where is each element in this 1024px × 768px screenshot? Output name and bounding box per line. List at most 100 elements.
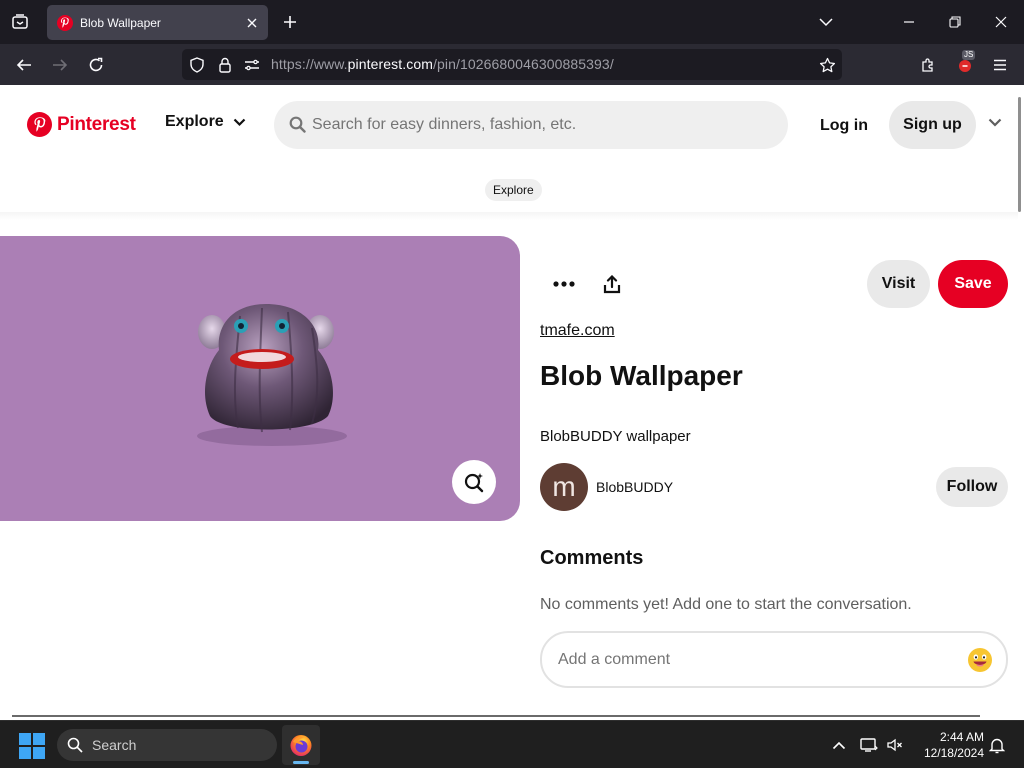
window-close-button[interactable]: [986, 8, 1016, 36]
browser-tab-bar: Blob Wallpaper: [0, 0, 1024, 44]
taskbar-search[interactable]: Search: [57, 729, 277, 761]
volume-muted-icon: [887, 738, 902, 752]
comments-empty-state: No comments yet! Add one to start the co…: [540, 596, 912, 613]
pin-description: BlobBUDDY wallpaper: [540, 428, 691, 445]
windows-logo-icon: [33, 733, 45, 745]
extension-badge: JS: [962, 50, 976, 60]
browser-nav-bar: https://www.pinterest.com/pin/1026680046…: [0, 44, 1024, 85]
comments-heading: Comments: [540, 547, 644, 569]
pinterest-wordmark: Pinterest: [57, 113, 136, 135]
header-divider: [0, 212, 1018, 220]
reload-button[interactable]: [81, 50, 111, 80]
firefox-icon: [290, 735, 312, 756]
notifications-button[interactable]: [987, 735, 1007, 755]
windows-logo-icon: [19, 747, 31, 759]
reload-icon: [89, 57, 103, 72]
new-tab-button[interactable]: [277, 9, 303, 35]
share-icon: [603, 274, 621, 293]
bookmark-star-button[interactable]: [818, 56, 836, 74]
search-bar[interactable]: [274, 101, 788, 149]
browser-tab-active[interactable]: Blob Wallpaper: [47, 5, 268, 40]
chevron-up-icon: [832, 741, 846, 749]
chevron-down-icon[interactable]: [988, 118, 1002, 128]
tab-close-button[interactable]: [240, 11, 264, 35]
lock-icon[interactable]: [216, 56, 234, 74]
creator-name[interactable]: BlobBUDDY: [596, 479, 673, 495]
close-icon: [995, 16, 1007, 28]
share-button[interactable]: [596, 268, 628, 300]
back-button[interactable]: [9, 50, 39, 80]
active-app-indicator: [293, 761, 309, 764]
url-path: /pin/1026680046300885393/: [433, 56, 614, 72]
chevron-down-icon: [233, 118, 245, 126]
tab-title: Blob Wallpaper: [80, 15, 161, 30]
star-icon: [819, 57, 835, 72]
explore-dropdown-button[interactable]: Explore: [165, 113, 246, 131]
page-scrollbar[interactable]: [1018, 97, 1021, 212]
app-menu-button[interactable]: [985, 50, 1015, 80]
taskbar-search-label: Search: [92, 737, 137, 753]
taskbar-clock[interactable]: 2:44 AM 12/18/2024: [912, 729, 984, 761]
volume-button[interactable]: [885, 735, 905, 755]
blob-creature-image: [197, 304, 347, 446]
plus-icon: [284, 16, 296, 28]
tab-list-button[interactable]: [6, 8, 34, 36]
clock-date: 12/18/2024: [923, 746, 984, 760]
save-button[interactable]: Save: [938, 260, 1008, 308]
url-text[interactable]: https://www.pinterest.com/pin/1026680046…: [271, 56, 614, 72]
tray-overflow-button[interactable]: [829, 735, 849, 755]
windows-start-button[interactable]: [19, 733, 45, 759]
extensions-button[interactable]: [913, 50, 943, 80]
lens-icon: [464, 473, 484, 493]
permissions-icon[interactable]: [243, 56, 261, 74]
url-prefix: https://www.: [271, 56, 348, 72]
pinterest-favicon-icon: [57, 14, 73, 31]
restore-button[interactable]: [940, 8, 970, 36]
source-link[interactable]: tmafe.com: [540, 322, 615, 340]
content-divider: [12, 715, 980, 717]
hamburger-menu-icon: [994, 59, 1006, 71]
list-all-tabs-button[interactable]: [811, 8, 841, 36]
puzzle-icon: [922, 58, 933, 72]
taskbar-firefox-button[interactable]: [282, 725, 320, 765]
search-icon: [67, 737, 83, 753]
display-network-icon: [860, 738, 878, 752]
login-button[interactable]: Log in: [820, 117, 868, 135]
pinterest-header: Pinterest Explore Log in Sign up: [0, 85, 1018, 167]
minimize-button[interactable]: [894, 8, 924, 36]
ellipsis-icon: [553, 281, 575, 287]
emoji-icon[interactable]: [967, 647, 993, 673]
minimize-icon: [904, 21, 914, 23]
search-icon: [289, 116, 306, 133]
visit-button[interactable]: Visit: [867, 260, 930, 308]
shield-icon[interactable]: [188, 56, 206, 74]
signup-button[interactable]: Sign up: [889, 101, 976, 149]
network-button[interactable]: [859, 735, 879, 755]
comment-input[interactable]: [558, 633, 958, 686]
explore-label: Explore: [165, 113, 224, 130]
bell-icon: [989, 738, 1005, 753]
more-options-button[interactable]: [548, 268, 580, 300]
pinterest-logo-icon: [27, 112, 52, 137]
tab-list-icon: [12, 14, 28, 29]
windows-taskbar: Search 2:44 AM 12/18/2024: [0, 720, 1024, 768]
forward-arrow-icon: [53, 59, 68, 71]
pin-image[interactable]: [0, 236, 520, 521]
forward-button[interactable]: [45, 50, 75, 80]
follow-button[interactable]: Follow: [936, 467, 1008, 507]
back-arrow-icon: [16, 59, 31, 71]
restore-icon: [949, 16, 961, 28]
breadcrumb[interactable]: Explore: [485, 179, 542, 201]
windows-logo-icon: [33, 747, 45, 759]
search-input[interactable]: [312, 101, 772, 149]
creator-avatar[interactable]: m: [540, 463, 588, 511]
pin-title: Blob Wallpaper: [540, 360, 743, 391]
windows-logo-icon: [19, 733, 31, 745]
clock-time: 2:44 AM: [939, 730, 984, 744]
url-host: pinterest.com: [347, 56, 434, 72]
comment-box[interactable]: [540, 631, 1008, 688]
pinterest-logo[interactable]: Pinterest: [27, 112, 136, 137]
address-bar[interactable]: https://www.pinterest.com/pin/1026680046…: [182, 49, 842, 80]
visual-search-button[interactable]: [452, 460, 496, 504]
close-icon: [247, 18, 257, 27]
